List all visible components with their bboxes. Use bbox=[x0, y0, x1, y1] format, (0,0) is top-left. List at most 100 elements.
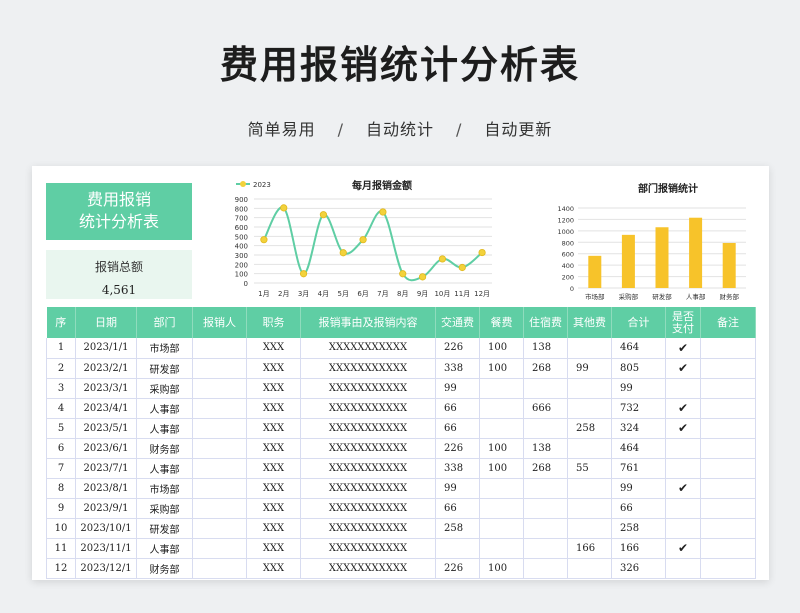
cell-person[interactable] bbox=[192, 558, 247, 579]
cell-total[interactable]: 99 bbox=[611, 478, 666, 499]
cell-other[interactable] bbox=[567, 338, 612, 359]
cell-other[interactable] bbox=[567, 478, 612, 499]
cell-total[interactable]: 464 bbox=[611, 338, 666, 359]
cell-position[interactable]: XXX bbox=[246, 438, 301, 459]
cell-reason[interactable]: XXXXXXXXXXX bbox=[300, 558, 436, 579]
cell-meal[interactable] bbox=[479, 418, 524, 439]
cell-no[interactable]: 12 bbox=[46, 558, 76, 579]
cell-lodging[interactable]: 268 bbox=[523, 358, 568, 379]
cell-person[interactable] bbox=[192, 418, 247, 439]
table-row[interactable]: 5 2023/5/1 人事部 XXX XXXXXXXXXXX 66 258 324 ✔ bbox=[46, 418, 756, 439]
cell-dept[interactable]: 人事部 bbox=[136, 458, 193, 479]
column-header[interactable]: 是否支付 bbox=[665, 307, 701, 338]
cell-position[interactable]: XXX bbox=[246, 518, 301, 539]
cell-meal[interactable]: 100 bbox=[479, 338, 524, 359]
cell-note[interactable] bbox=[700, 478, 756, 499]
table-row[interactable]: 12 2023/12/1 财务部 XXX XXXXXXXXXXX 226 100 326 bbox=[46, 558, 756, 579]
cell-person[interactable] bbox=[192, 338, 247, 359]
cell-total[interactable]: 324 bbox=[611, 418, 666, 439]
cell-position[interactable]: XXX bbox=[246, 358, 301, 379]
column-header[interactable]: 职务 bbox=[246, 307, 301, 338]
cell-paid[interactable] bbox=[665, 498, 701, 519]
cell-date[interactable]: 2023/8/1 bbox=[75, 478, 137, 499]
cell-reason[interactable]: XXXXXXXXXXX bbox=[300, 358, 436, 379]
cell-reason[interactable]: XXXXXXXXXXX bbox=[300, 498, 436, 519]
cell-lodging[interactable]: 268 bbox=[523, 458, 568, 479]
cell-lodging[interactable]: 138 bbox=[523, 338, 568, 359]
cell-meal[interactable]: 100 bbox=[479, 558, 524, 579]
table-row[interactable]: 2 2023/2/1 研发部 XXX XXXXXXXXXXX 338 100 268 99 805… bbox=[46, 358, 756, 379]
cell-transport[interactable]: 66 bbox=[435, 418, 480, 439]
cell-reason[interactable]: XXXXXXXXXXX bbox=[300, 418, 436, 439]
cell-lodging[interactable]: 666 bbox=[523, 398, 568, 419]
cell-position[interactable]: XXX bbox=[246, 398, 301, 419]
cell-dept[interactable]: 市场部 bbox=[136, 478, 193, 499]
cell-transport[interactable] bbox=[435, 538, 480, 559]
cell-dept[interactable]: 研发部 bbox=[136, 358, 193, 379]
cell-person[interactable] bbox=[192, 458, 247, 479]
cell-paid[interactable] bbox=[665, 438, 701, 459]
cell-lodging[interactable] bbox=[523, 478, 568, 499]
cell-position[interactable]: XXX bbox=[246, 538, 301, 559]
column-header[interactable]: 备注 bbox=[700, 307, 756, 338]
cell-note[interactable] bbox=[700, 418, 756, 439]
cell-total[interactable]: 805 bbox=[611, 358, 666, 379]
cell-total[interactable]: 732 bbox=[611, 398, 666, 419]
column-header[interactable]: 合计 bbox=[611, 307, 666, 338]
cell-meal[interactable]: 100 bbox=[479, 358, 524, 379]
cell-position[interactable]: XXX bbox=[246, 458, 301, 479]
cell-person[interactable] bbox=[192, 498, 247, 519]
cell-no[interactable]: 7 bbox=[46, 458, 76, 479]
table-row[interactable]: 3 2023/3/1 采购部 XXX XXXXXXXXXXX 99 99 bbox=[46, 378, 756, 399]
cell-dept[interactable]: 人事部 bbox=[136, 538, 193, 559]
cell-dept[interactable]: 人事部 bbox=[136, 398, 193, 419]
cell-other[interactable]: 55 bbox=[567, 458, 612, 479]
table-row[interactable]: 6 2023/6/1 财务部 XXX XXXXXXXXXXX 226 100 138 464 bbox=[46, 438, 756, 459]
cell-transport[interactable]: 338 bbox=[435, 458, 480, 479]
cell-no[interactable]: 2 bbox=[46, 358, 76, 379]
cell-meal[interactable]: 100 bbox=[479, 438, 524, 459]
cell-dept[interactable]: 市场部 bbox=[136, 338, 193, 359]
cell-transport[interactable]: 99 bbox=[435, 378, 480, 399]
column-header[interactable]: 住宿费 bbox=[523, 307, 568, 338]
cell-meal[interactable] bbox=[479, 538, 524, 559]
cell-meal[interactable] bbox=[479, 478, 524, 499]
cell-dept[interactable]: 财务部 bbox=[136, 558, 193, 579]
cell-note[interactable] bbox=[700, 378, 756, 399]
cell-person[interactable] bbox=[192, 438, 247, 459]
cell-other[interactable] bbox=[567, 398, 612, 419]
cell-meal[interactable] bbox=[479, 378, 524, 399]
cell-position[interactable]: XXX bbox=[246, 558, 301, 579]
cell-reason[interactable]: XXXXXXXXXXX bbox=[300, 438, 436, 459]
cell-no[interactable]: 10 bbox=[46, 518, 76, 539]
cell-note[interactable] bbox=[700, 338, 756, 359]
cell-position[interactable]: XXX bbox=[246, 378, 301, 399]
cell-lodging[interactable] bbox=[523, 538, 568, 559]
cell-reason[interactable]: XXXXXXXXXXX bbox=[300, 458, 436, 479]
cell-reason[interactable]: XXXXXXXXXXX bbox=[300, 478, 436, 499]
cell-date[interactable]: 2023/11/1 bbox=[75, 538, 137, 559]
table-row[interactable]: 9 2023/9/1 采购部 XXX XXXXXXXXXXX 66 66 bbox=[46, 498, 756, 519]
cell-total[interactable]: 99 bbox=[611, 378, 666, 399]
table-row[interactable]: 11 2023/11/1 人事部 XXX XXXXXXXXXXX 166 166 ✔ bbox=[46, 538, 756, 559]
table-row[interactable]: 8 2023/8/1 市场部 XXX XXXXXXXXXXX 99 99 ✔ bbox=[46, 478, 756, 499]
table-row[interactable]: 10 2023/10/1 研发部 XXX XXXXXXXXXXX 258 258 bbox=[46, 518, 756, 539]
cell-date[interactable]: 2023/12/1 bbox=[75, 558, 137, 579]
cell-date[interactable]: 2023/6/1 bbox=[75, 438, 137, 459]
cell-transport[interactable]: 99 bbox=[435, 478, 480, 499]
cell-no[interactable]: 9 bbox=[46, 498, 76, 519]
cell-other[interactable]: 258 bbox=[567, 418, 612, 439]
cell-lodging[interactable] bbox=[523, 418, 568, 439]
cell-note[interactable] bbox=[700, 518, 756, 539]
cell-date[interactable]: 2023/10/1 bbox=[75, 518, 137, 539]
cell-paid[interactable]: ✔ bbox=[665, 398, 701, 419]
table-row[interactable]: 4 2023/4/1 人事部 XXX XXXXXXXXXXX 66 666 732 ✔ bbox=[46, 398, 756, 419]
cell-no[interactable]: 8 bbox=[46, 478, 76, 499]
table-row[interactable]: 7 2023/7/1 人事部 XXX XXXXXXXXXXX 338 100 268 55 761 bbox=[46, 458, 756, 479]
cell-reason[interactable]: XXXXXXXXXXX bbox=[300, 338, 436, 359]
cell-paid[interactable]: ✔ bbox=[665, 538, 701, 559]
cell-meal[interactable] bbox=[479, 518, 524, 539]
cell-position[interactable]: XXX bbox=[246, 418, 301, 439]
column-header[interactable]: 报销人 bbox=[192, 307, 247, 338]
cell-person[interactable] bbox=[192, 478, 247, 499]
